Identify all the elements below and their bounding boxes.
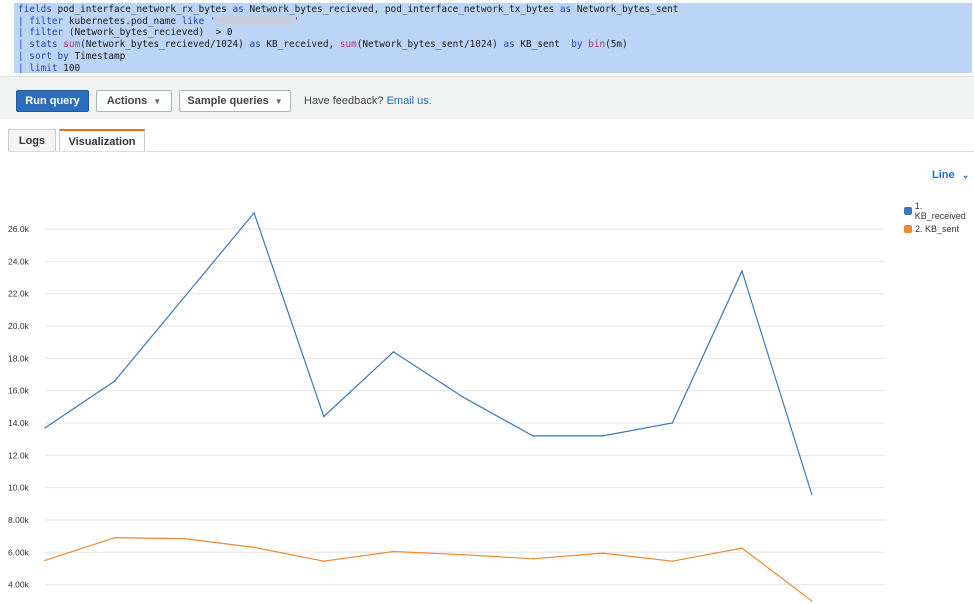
sample-queries-dropdown-button[interactable]: Sample queries ▼	[179, 90, 291, 112]
legend-swatch-kb-received	[904, 207, 912, 215]
query-line-4: | stats sum(Network_bytes_recieved/1024)…	[18, 39, 628, 51]
y-tick-label: 24.0k	[8, 256, 30, 266]
data-point-kb-sent	[113, 536, 116, 539]
data-point-kb-sent	[44, 559, 46, 562]
y-tick-label: 18.0k	[8, 353, 30, 363]
data-point-kb-sent	[183, 537, 186, 540]
feedback-text: Have feedback? Email us.	[304, 95, 432, 107]
redacted-pod-name	[215, 15, 294, 25]
data-point-kb-sent	[462, 553, 465, 556]
data-point-kb-received	[741, 270, 743, 272]
data-point-kb-received	[44, 427, 46, 429]
y-tick-label: 8.00k	[8, 515, 30, 525]
series-line-kb-sent	[44, 537, 813, 602]
chart-type-dropdown[interactable]: Line ⌄	[932, 169, 969, 181]
query-line-2: | filter kubernetes.pod_name like ' '	[18, 15, 300, 27]
query-editor[interactable]: fields pod_interface_network_rx_bytes as…	[0, 0, 974, 76]
y-tick-label: 12.0k	[8, 450, 30, 460]
line-chart: 4.00k 6.00k 8.00k 10.0k 12.0k 14.0k 16.0k 18.0k…	[8, 211, 885, 602]
query-line-6: | limit 100	[18, 62, 81, 74]
chevron-down-icon: ▼	[274, 96, 283, 106]
email-us-link[interactable]: Email us.	[387, 95, 432, 107]
y-tick-label: 4.00k	[8, 580, 30, 590]
y-tick-label: 22.0k	[8, 289, 30, 299]
data-point-kb-sent	[323, 560, 325, 562]
data-point-kb-sent	[810, 600, 813, 602]
query-code[interactable]: fields pod_interface_network_rx_bytes as…	[18, 4, 678, 74]
data-point-kb-received	[462, 396, 465, 398]
data-point-kb-sent	[532, 558, 534, 560]
chart-type-label: Line	[932, 169, 955, 181]
chart-legend: 1. KB_received 2. KB_sent	[904, 201, 974, 238]
y-tick-label: 20.0k	[8, 321, 30, 331]
series-line-kb-received	[44, 211, 813, 495]
actions-dropdown-button[interactable]: Actions ▼	[96, 90, 172, 112]
data-point-kb-received	[253, 212, 255, 214]
tab-divider	[8, 151, 974, 152]
feedback-label: Have feedback?	[304, 95, 384, 107]
query-line-5: | sort by Timestamp	[18, 50, 126, 62]
legend-swatch-kb-sent	[904, 225, 912, 233]
query-line-3: | filter (Network_bytes_recieved) > 0	[18, 27, 233, 39]
sample-queries-label: Sample queries	[187, 95, 269, 107]
data-point-kb-sent	[671, 560, 674, 562]
data-point-kb-sent	[253, 546, 255, 549]
legend-item-kb-received[interactable]: 1. KB_received	[904, 201, 974, 221]
chevron-down-icon: ⌄	[961, 170, 970, 180]
y-tick-label: 14.0k	[8, 418, 30, 428]
data-point-kb-received	[601, 435, 604, 437]
tab-logs[interactable]: Logs	[8, 129, 56, 152]
tab-visualization[interactable]: Visualization	[59, 129, 145, 152]
data-point-kb-received	[810, 493, 813, 495]
y-tick-label: 26.0k	[8, 224, 30, 234]
data-point-kb-sent	[601, 552, 604, 554]
data-point-kb-received	[671, 422, 674, 424]
legend-item-kb-sent[interactable]: 2. KB_sent	[904, 220, 974, 238]
legend-label-kb-received: 1. KB_received	[914, 201, 966, 221]
data-point-kb-received	[113, 380, 116, 382]
data-point-kb-sent	[392, 550, 395, 553]
query-line-1: fields pod_interface_network_rx_bytes as…	[18, 4, 679, 15]
legend-label-kb-sent: 2. KB_sent	[915, 224, 960, 234]
y-tick-label: 6.00k	[8, 547, 30, 557]
data-point-kb-received	[392, 351, 395, 353]
run-query-button[interactable]: Run query	[16, 90, 89, 112]
actions-label: Actions	[106, 95, 148, 107]
data-point-kb-received	[532, 435, 534, 437]
data-point-kb-received	[323, 415, 325, 418]
data-point-kb-received	[183, 296, 186, 298]
query-toolbar: Run query Actions ▼ Sample queries ▼ Hav…	[0, 76, 974, 119]
chevron-down-icon: ▼	[153, 96, 162, 106]
y-tick-label: 16.0k	[8, 386, 30, 396]
y-tick-label: 10.0k	[8, 483, 30, 493]
data-point-kb-sent	[741, 547, 743, 549]
